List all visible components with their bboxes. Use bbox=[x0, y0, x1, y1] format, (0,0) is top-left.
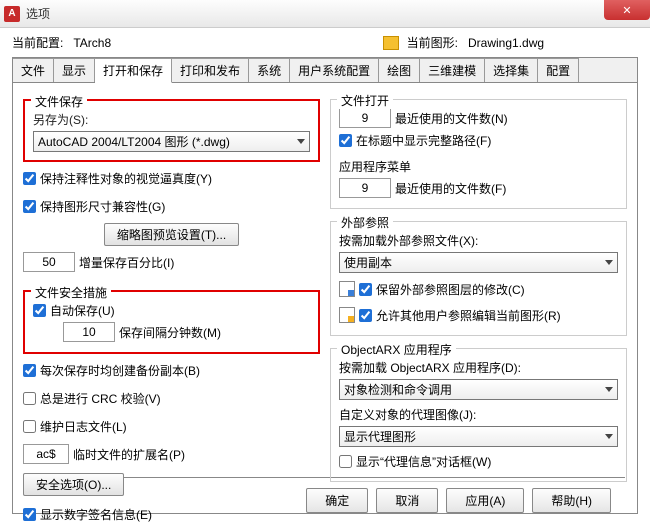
appmenu-title: 应用程序菜单 bbox=[339, 156, 618, 176]
xref-edit-icon bbox=[339, 307, 355, 323]
xref-retain-label: 保留外部参照图层的修改(C) bbox=[376, 281, 525, 298]
current-profile-label: 当前配置: bbox=[12, 34, 63, 51]
close-button[interactable]: ✕ bbox=[604, 0, 650, 20]
temp-ext-input[interactable] bbox=[23, 444, 69, 464]
log-label: 维护日志文件(L) bbox=[40, 418, 127, 435]
keep-annot-label: 保持注释性对象的视觉逼真度(Y) bbox=[40, 170, 212, 187]
arx-demand-label: 按需加载 ObjectARX 应用程序(D): bbox=[339, 357, 618, 377]
arx-proxy-value: 显示代理图形 bbox=[344, 428, 416, 445]
arx-proxy-combo[interactable]: 显示代理图形 bbox=[339, 426, 618, 447]
backup-label: 每次保存时均创建备份副本(B) bbox=[40, 362, 200, 379]
security-options-button[interactable]: 安全选项(O)... bbox=[23, 473, 124, 496]
tab-profiles[interactable]: 配置 bbox=[538, 58, 579, 82]
proxy-dialog-label: 显示“代理信息”对话框(W) bbox=[356, 453, 491, 470]
crc-checkbox[interactable] bbox=[23, 392, 36, 405]
group-xref: 外部参照 按需加载外部参照文件(X): 使用副本 保留外部参照图层的修改(C) … bbox=[330, 221, 627, 336]
chevron-down-icon bbox=[297, 139, 305, 144]
cancel-button[interactable]: 取消 bbox=[376, 488, 438, 513]
tab-plot[interactable]: 打印和发布 bbox=[172, 58, 249, 82]
autosave-checkbox[interactable] bbox=[33, 304, 46, 317]
tab-open-save[interactable]: 打开和保存 bbox=[95, 58, 172, 83]
current-drawing-label: 当前图形: bbox=[407, 34, 458, 51]
tab-drafting[interactable]: 绘图 bbox=[379, 58, 420, 82]
xref-demand-combo[interactable]: 使用副本 bbox=[339, 252, 618, 273]
xref-layer-icon bbox=[339, 281, 355, 297]
keep-size-label: 保持图形尺寸兼容性(G) bbox=[40, 198, 165, 215]
titlebar: A 选项 ✕ bbox=[0, 0, 650, 28]
group-file-open-title: 文件打开 bbox=[337, 92, 393, 109]
xref-retain-checkbox[interactable] bbox=[359, 283, 372, 296]
window-title: 选项 bbox=[26, 5, 50, 22]
arx-demand-value: 对象检测和命令调用 bbox=[344, 381, 452, 398]
incremental-save-label: 增量保存百分比(I) bbox=[79, 254, 174, 271]
autosave-interval-input[interactable] bbox=[63, 322, 115, 342]
group-xref-title: 外部参照 bbox=[337, 214, 393, 231]
tab-user-pref[interactable]: 用户系统配置 bbox=[290, 58, 379, 82]
xref-allow-checkbox[interactable] bbox=[359, 309, 372, 322]
digital-sig-checkbox[interactable] bbox=[23, 508, 36, 521]
backup-checkbox[interactable] bbox=[23, 364, 36, 377]
tab-system[interactable]: 系统 bbox=[249, 58, 290, 82]
chevron-down-icon bbox=[605, 434, 613, 439]
group-security-title: 文件安全措施 bbox=[31, 284, 111, 301]
tab-container: 文件 显示 打开和保存 打印和发布 系统 用户系统配置 绘图 三维建模 选择集 … bbox=[12, 57, 638, 514]
tab-selection[interactable]: 选择集 bbox=[485, 58, 538, 82]
xref-demand-label: 按需加载外部参照文件(X): bbox=[339, 230, 618, 250]
keep-size-checkbox[interactable] bbox=[23, 200, 36, 213]
help-button[interactable]: 帮助(H) bbox=[532, 488, 611, 513]
group-file-open: 文件打开 最近使用的文件数(N) 在标题中显示完整路径(F) 应用程序菜单 最近… bbox=[330, 99, 627, 209]
digital-sig-label: 显示数字签名信息(E) bbox=[40, 506, 152, 523]
log-checkbox[interactable] bbox=[23, 420, 36, 433]
appmenu-recent-input[interactable] bbox=[339, 178, 391, 198]
autosave-label: 自动保存(U) bbox=[50, 302, 115, 319]
arx-proxy-label: 自定义对象的代理图像(J): bbox=[339, 404, 618, 424]
group-arx-title: ObjectARX 应用程序 bbox=[337, 341, 456, 358]
save-as-label: 另存为(S): bbox=[33, 109, 310, 129]
tab-3d[interactable]: 三维建模 bbox=[420, 58, 485, 82]
fullpath-checkbox[interactable] bbox=[339, 134, 352, 147]
ok-button[interactable]: 确定 bbox=[306, 488, 368, 513]
fullpath-label: 在标题中显示完整路径(F) bbox=[356, 132, 491, 149]
tab-display[interactable]: 显示 bbox=[54, 58, 95, 82]
incremental-save-input[interactable] bbox=[23, 252, 75, 272]
current-drawing-value: Drawing1.dwg bbox=[468, 36, 638, 50]
chevron-down-icon bbox=[605, 387, 613, 392]
thumbnail-settings-button[interactable]: 缩略图预览设置(T)... bbox=[104, 223, 239, 246]
group-file-save-title: 文件保存 bbox=[31, 93, 87, 110]
profile-row: 当前配置: TArch8 当前图形: Drawing1.dwg bbox=[0, 28, 650, 57]
tab-file[interactable]: 文件 bbox=[13, 58, 54, 82]
group-file-save: 文件保存 另存为(S): AutoCAD 2004/LT2004 图形 (*.d… bbox=[23, 99, 320, 162]
group-security: 文件安全措施 自动保存(U) 保存间隔分钟数(M) bbox=[23, 290, 320, 354]
apply-button[interactable]: 应用(A) bbox=[446, 488, 524, 513]
recent-files-label: 最近使用的文件数(N) bbox=[395, 110, 508, 127]
xref-demand-value: 使用副本 bbox=[344, 254, 392, 271]
arx-demand-combo[interactable]: 对象检测和命令调用 bbox=[339, 379, 618, 400]
crc-label: 总是进行 CRC 校验(V) bbox=[40, 390, 161, 407]
current-profile-value: TArch8 bbox=[73, 36, 243, 50]
tab-row: 文件 显示 打开和保存 打印和发布 系统 用户系统配置 绘图 三维建模 选择集 … bbox=[13, 58, 637, 83]
app-icon: A bbox=[4, 6, 20, 22]
temp-ext-label: 临时文件的扩展名(P) bbox=[73, 446, 185, 463]
save-as-combo[interactable]: AutoCAD 2004/LT2004 图形 (*.dwg) bbox=[33, 131, 310, 152]
group-arx: ObjectARX 应用程序 按需加载 ObjectARX 应用程序(D): 对… bbox=[330, 348, 627, 482]
chevron-down-icon bbox=[605, 260, 613, 265]
drawing-icon bbox=[383, 36, 399, 50]
xref-allow-label: 允许其他用户参照编辑当前图形(R) bbox=[376, 307, 561, 324]
autosave-interval-label: 保存间隔分钟数(M) bbox=[119, 324, 221, 341]
recent-files-input[interactable] bbox=[339, 108, 391, 128]
save-as-value: AutoCAD 2004/LT2004 图形 (*.dwg) bbox=[38, 133, 230, 150]
appmenu-recent-label: 最近使用的文件数(F) bbox=[395, 180, 506, 197]
proxy-dialog-checkbox[interactable] bbox=[339, 455, 352, 468]
keep-annot-checkbox[interactable] bbox=[23, 172, 36, 185]
